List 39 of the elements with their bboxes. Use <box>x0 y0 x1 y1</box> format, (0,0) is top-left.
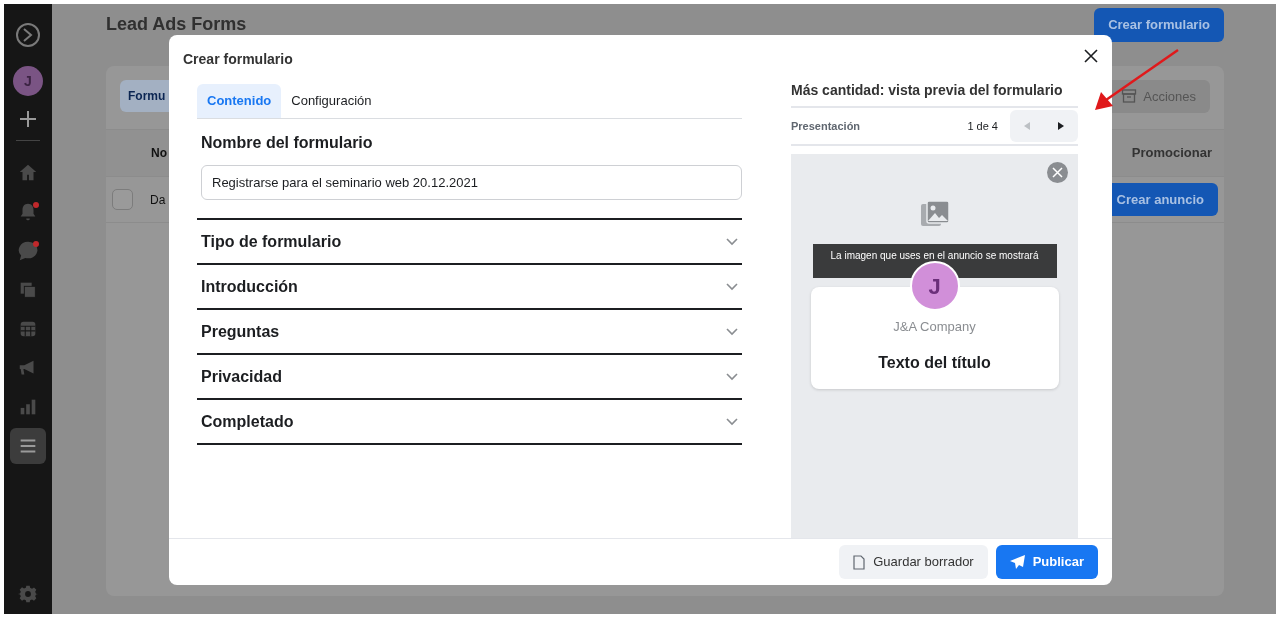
settings-icon[interactable] <box>18 584 38 604</box>
create-form-button[interactable]: Crear formulario <box>1094 8 1224 42</box>
column-header: No <box>151 145 167 162</box>
preview-title: Más cantidad: vista previa del formulario <box>791 80 1078 108</box>
close-icon[interactable] <box>1084 49 1098 63</box>
caret-left-icon <box>1024 122 1030 130</box>
chevron-icon <box>726 417 738 426</box>
form-name-field[interactable]: Registrarse para el seminario web 20.12.2021 <box>201 164 742 200</box>
headline: Texto del título <box>877 352 992 373</box>
archive-icon <box>1121 88 1138 105</box>
caret-right-icon <box>1058 122 1064 130</box>
table-cell-text: Da <box>150 191 166 209</box>
tab[interactable]: Configuración <box>281 84 382 118</box>
column-header: Promocionar <box>1131 144 1212 163</box>
logo-icon[interactable] <box>15 22 41 48</box>
document-icon <box>853 554 866 570</box>
checkbox[interactable] <box>112 189 133 210</box>
next-button[interactable] <box>1044 110 1078 142</box>
step-label: Presentación <box>791 118 861 134</box>
chevron-icon <box>726 327 738 336</box>
chevron-icon <box>726 282 738 291</box>
chevron-icon <box>726 372 738 381</box>
save-draft-button[interactable]: Guardar borrador <box>839 545 988 579</box>
tab[interactable]: Contenido <box>197 84 282 118</box>
send-icon <box>1009 555 1025 569</box>
page-title: Lead Ads Forms <box>106 13 247 37</box>
chat-icon <box>17 240 39 262</box>
field-label: Nombre del formulario <box>201 132 374 153</box>
page-counter: 1 de 4 <box>967 118 998 134</box>
plus-icon[interactable] <box>19 110 37 128</box>
notification-dot <box>33 202 39 208</box>
modal-title: Crear formulario <box>183 50 294 69</box>
image-hint: La imagen que uses en el anuncio se mostrará <box>812 244 1057 278</box>
image-icon <box>919 200 950 228</box>
sidebar-item[interactable] <box>10 428 46 464</box>
chevron-icon <box>726 237 738 246</box>
notification-dot <box>33 241 39 247</box>
company-name: J&A Company <box>892 318 977 336</box>
publish-button[interactable]: Publicar <box>995 545 1098 579</box>
